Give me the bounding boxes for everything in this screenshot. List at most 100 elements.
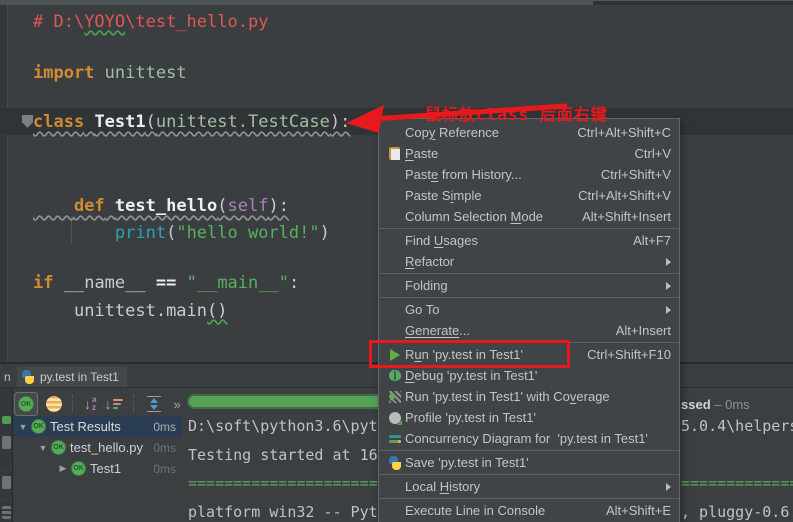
menu-item-find-usages[interactable]: Find Usages Alt+F7 — [379, 230, 679, 251]
more-actions-chevron[interactable]: » — [173, 397, 180, 412]
test-passed-icon: OK — [18, 396, 34, 412]
test-runner-toolbar: OK ↓ az ↓ » — [14, 391, 187, 417]
menu-item-generate[interactable]: Generate... Alt+Insert — [379, 320, 679, 341]
run-tab-pytest-in-test1[interactable]: py.test in Test1 — [17, 367, 127, 387]
code-token: : — [288, 273, 300, 293]
tree-expand-icon[interactable]: ▶ — [57, 463, 69, 474]
menu-item-shortcut: Ctrl+Shift+V — [600, 167, 671, 182]
menu-item-folding[interactable]: Folding — [379, 275, 679, 296]
expand-collapse-button[interactable] — [147, 396, 162, 412]
tree-row-test1[interactable]: ▶ OK Test1 0ms — [13, 458, 182, 479]
menu-item-shortcut: Ctrl+V — [634, 146, 671, 161]
submenu-arrow-icon — [666, 305, 671, 314]
code-token: print — [114, 223, 167, 243]
menu-item-label: Debug 'py.test in Test1' — [405, 368, 538, 383]
menu-item-shortcut: Ctrl+Alt+Shift+V — [578, 188, 671, 203]
annotation-highlight-box — [369, 340, 570, 368]
test-results-tree: ▼ OK Test Results 0ms ▼ OK test_hello.py 0ms ▶ OK… — [13, 416, 182, 479]
python-icon — [21, 370, 35, 384]
menu-separator — [379, 273, 679, 274]
menu-item-label: Paste Simple — [405, 188, 482, 203]
hide-passed-toggle[interactable]: OK — [14, 392, 38, 416]
tree-expand-icon[interactable]: ▼ — [37, 443, 49, 453]
tree-expand-icon[interactable]: ▼ — [17, 422, 29, 432]
test-passed-icon: OK — [31, 419, 46, 434]
menu-item-label: Concurrency Diagram for 'py.test in Test… — [405, 431, 648, 446]
menu-item-paste-from-history[interactable]: Paste from History... Ctrl+Shift+V — [379, 164, 679, 185]
console-line: , pluggy-0.6. — [681, 503, 793, 521]
tree-node-duration: 0ms — [153, 419, 176, 434]
tree-row-test-results[interactable]: ▼ OK Test Results 0ms — [13, 416, 182, 437]
menu-item-paste[interactable]: Paste Ctrl+V — [379, 143, 679, 164]
show-ignored-toggle[interactable] — [46, 396, 62, 412]
tree-node-label: test_hello.py — [70, 440, 143, 455]
menu-item-profile-pytest-in-test1[interactable]: Profile 'py.test in Test1' — [379, 407, 679, 428]
menu-item-paste-simple[interactable]: Paste Simple Ctrl+Alt+Shift+V — [379, 185, 679, 206]
menu-separator — [379, 498, 679, 499]
console-line: D:\soft\python3.6\pyt — [188, 417, 378, 435]
menu-item-label: Refactor — [405, 254, 455, 269]
paste-icon — [384, 147, 405, 160]
menu-item-column-selection-mode[interactable]: Column Selection Mode Alt+Shift+Insert — [379, 206, 679, 227]
menu-item-label: Copy Reference — [405, 125, 499, 140]
menu-item-execute-line-in-console[interactable]: Execute Line in Console Alt+Shift+E — [379, 500, 679, 521]
menu-item-label: Profile 'py.test in Test1' — [405, 410, 536, 425]
menu-separator — [379, 474, 679, 475]
code-line: def test_hello(self): — [33, 196, 289, 216]
arrow-down-icon: ↓ — [84, 396, 91, 412]
code-token: unittest.main — [73, 301, 208, 321]
code-token: __name__ — [63, 273, 146, 293]
menu-item-copy-reference[interactable]: Copy Reference Ctrl+Alt+Shift+C — [379, 122, 679, 143]
submenu-arrow-icon — [666, 257, 671, 266]
menu-item-go-to[interactable]: Go To — [379, 299, 679, 320]
code-token: "__main__" — [186, 273, 289, 293]
code-token: ( — [145, 112, 156, 132]
menu-item-shortcut: Ctrl+Shift+F10 — [587, 347, 671, 362]
arrow-down-icon: ↓ — [104, 396, 112, 412]
menu-item-local-history[interactable]: Local History — [379, 476, 679, 497]
menu-item-debug-pytest-in-test1[interactable]: Debug 'py.test in Test1' — [379, 365, 679, 386]
code-token: ) — [319, 223, 330, 243]
code-token: ( — [217, 196, 228, 216]
tree-node-label: Test Results — [50, 419, 121, 434]
menu-item-label: Find Usages — [405, 233, 478, 248]
code-token: def — [73, 196, 105, 216]
console-line: ============= — [681, 474, 793, 492]
pycharm-window: # D:\YOYO\test_hello.py import unittest cl… — [0, 0, 793, 522]
panel-side-toolbar: ··· ··· — [0, 388, 13, 522]
code-token: "hello world!" — [176, 223, 320, 243]
console-line: Testing started at 16 — [188, 446, 378, 464]
sort-alphabetically-button[interactable]: ↓ az — [84, 396, 96, 413]
side-icon[interactable] — [2, 476, 11, 489]
code-token: class — [33, 112, 85, 132]
menu-item-concurrency-diagram[interactable]: Concurrency Diagram for 'py.test in Test… — [379, 428, 679, 449]
menu-item-label: Local History — [405, 479, 481, 494]
debug-icon — [384, 370, 405, 381]
menu-item-save-pytest-in-test1[interactable]: Save 'py.test in Test1' — [379, 452, 679, 473]
rerun-icon[interactable] — [2, 416, 11, 424]
stop-icon[interactable] — [2, 436, 11, 449]
tree-node-label: Test1 — [90, 461, 122, 476]
menu-item-run-pytest-with-coverage[interactable]: Run 'py.test in Test1' with Coverage — [379, 386, 679, 407]
code-token: unittest.TestCase — [155, 112, 330, 132]
menu-separator — [379, 450, 679, 451]
tree-row-test-hello-py[interactable]: ▼ OK test_hello.py 0ms — [13, 437, 182, 458]
code-token: # D:\ — [33, 12, 85, 32]
code-token: unittest — [104, 63, 187, 83]
test-passed-icon: OK — [51, 440, 66, 455]
python-icon — [384, 455, 405, 470]
settings-grid-icon[interactable] — [2, 506, 11, 519]
editor-context-menu: Copy Reference Ctrl+Alt+Shift+C Paste Ctrl+… — [378, 118, 680, 522]
menu-item-label: Folding — [405, 278, 448, 293]
sort-by-duration-button[interactable]: ↓ — [104, 396, 124, 412]
menu-item-refactor[interactable]: Refactor — [379, 251, 679, 272]
code-token: ): — [329, 112, 351, 132]
